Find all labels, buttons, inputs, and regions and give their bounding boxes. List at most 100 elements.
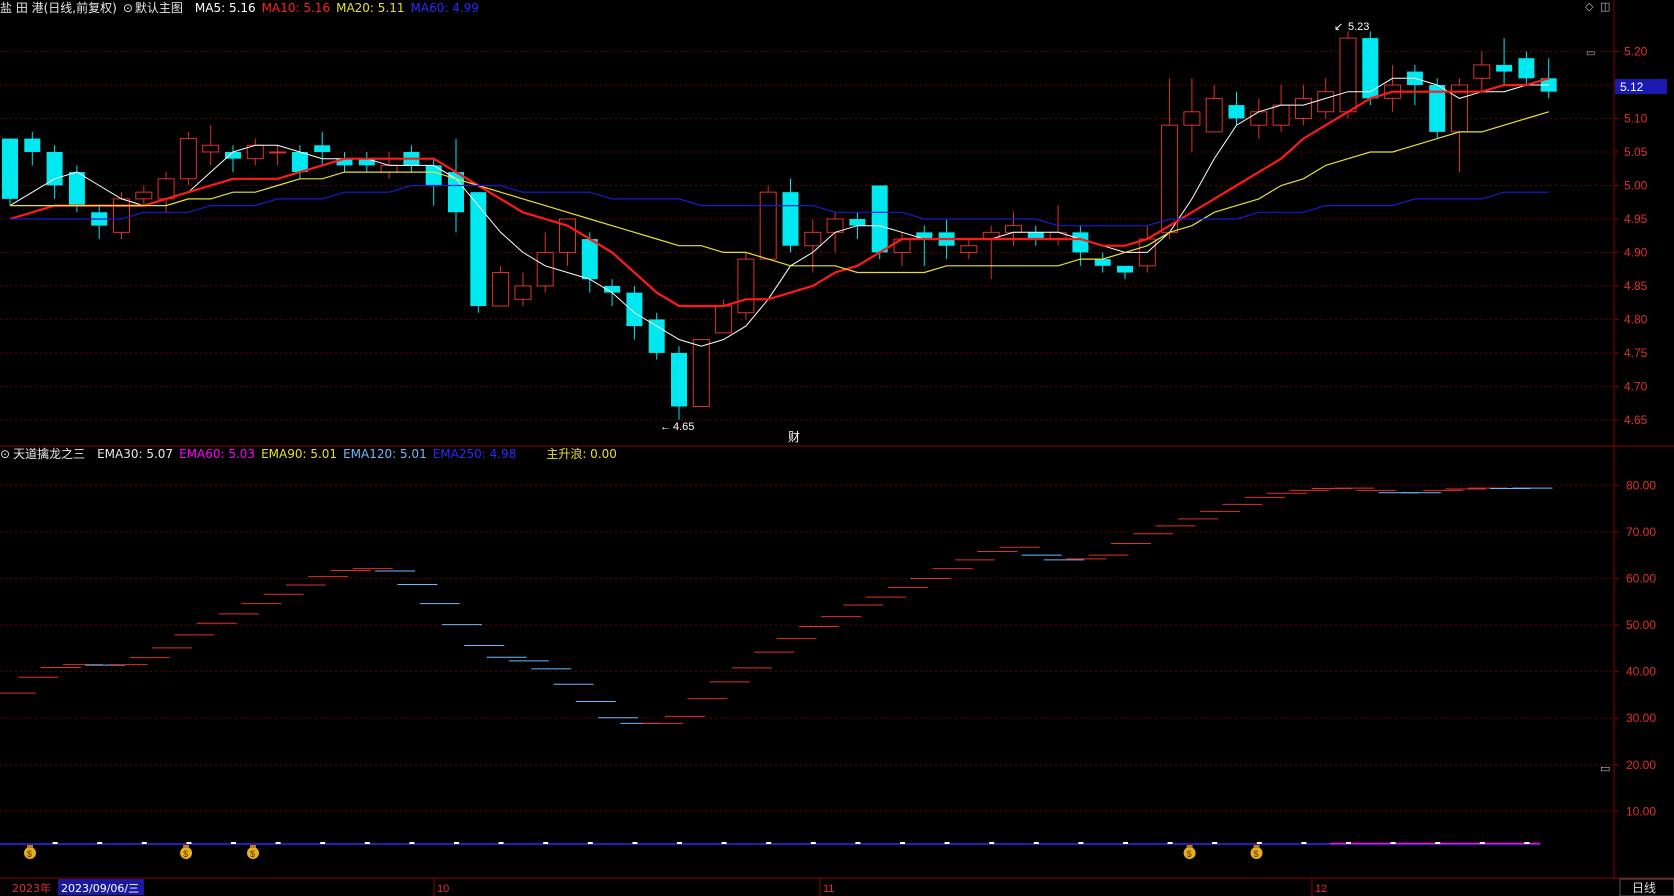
money-bag-icon: $ — [24, 845, 36, 859]
baseline-dot — [1479, 842, 1485, 844]
money-bag-glyph: $ — [183, 849, 188, 859]
main-wave-value: 主升浪: 0.00 — [546, 447, 617, 461]
baseline-dot — [1390, 842, 1396, 844]
candle — [692, 339, 710, 408]
candle-body — [782, 192, 799, 246]
diamond-icon[interactable]: ◇ — [1585, 0, 1593, 13]
candle-body — [1518, 58, 1535, 79]
candle — [1406, 64, 1423, 106]
ema90-value: EMA90: 5.01 — [261, 447, 338, 461]
baseline-dot — [409, 842, 415, 844]
baseline-dot — [231, 842, 236, 844]
candle — [1250, 98, 1268, 139]
candle — [314, 131, 331, 166]
baseline-dot — [1435, 842, 1441, 844]
candle — [46, 145, 63, 199]
baseline-dot — [587, 842, 593, 844]
candle — [225, 145, 241, 173]
candle — [1473, 51, 1491, 92]
chevron-down-icon: ⊙ — [0, 447, 11, 461]
svg-text:5.12: 5.12 — [1620, 80, 1644, 94]
price-tick-label: 4.80 — [1624, 312, 1648, 326]
indicator-tick-label: 70.00 — [1626, 525, 1656, 539]
candle-body — [380, 164, 398, 173]
candlesticks — [2, 31, 1557, 420]
baseline-dot — [989, 842, 995, 844]
candle — [1496, 38, 1513, 85]
candle — [737, 252, 755, 320]
candle — [1540, 58, 1557, 99]
candle-body — [1317, 91, 1335, 113]
baseline-dot — [1346, 842, 1351, 844]
candle — [916, 225, 933, 266]
candle — [759, 185, 777, 260]
candle — [960, 239, 978, 260]
candle — [24, 131, 41, 166]
candle-body — [804, 231, 822, 247]
candle — [1518, 51, 1535, 85]
svg-text:←: ← — [660, 421, 671, 433]
current-price-tag: 5.12 — [1615, 79, 1667, 94]
candle-body — [492, 272, 510, 307]
baseline-dot — [900, 842, 905, 844]
window-icon[interactable]: ◫ — [1600, 0, 1610, 13]
indicator-tick-label: 20.00 — [1626, 758, 1656, 772]
candle — [492, 265, 510, 307]
candle — [1183, 78, 1201, 152]
period-button[interactable]: 日线 — [1619, 878, 1674, 896]
main-chart-dropdown[interactable]: ⊙ 默认主图 — [123, 1, 189, 15]
candle — [804, 218, 822, 273]
high-annotation: ↙ 5.23 — [1334, 21, 1369, 33]
money-bag-neck — [183, 845, 190, 848]
candle — [246, 138, 264, 166]
candle — [1429, 78, 1446, 139]
ma20-value: MA20: 5.11 — [336, 1, 405, 15]
ema30-value: EMA30: 5.07 — [97, 447, 174, 461]
signal-markers: $ $ $ $ $ — [0, 842, 1540, 859]
grid-settings-icon[interactable]: ▭ — [1586, 48, 1595, 59]
baseline-dot — [1256, 842, 1262, 844]
candle-body — [759, 191, 777, 260]
baseline-dot — [320, 842, 326, 844]
candle-body — [871, 185, 888, 253]
ema120-value: EMA120: 5.01 — [343, 447, 427, 461]
candle — [1027, 225, 1044, 246]
financial-report-marker[interactable]: 财 — [788, 430, 800, 444]
candle — [782, 178, 799, 253]
indicator-tick-label: 30.00 — [1626, 711, 1656, 725]
date-cursor-label: 2023/09/06/三 — [58, 879, 144, 895]
candle-body — [291, 151, 308, 173]
baseline-dot — [1167, 842, 1173, 844]
baseline-dot — [810, 842, 816, 844]
scroll-handle-icon[interactable]: ▭ — [1600, 762, 1610, 775]
candle-body — [24, 138, 41, 152]
main-chart-header: 盐 田 港(日线,前复权) ⊙ 默认主图 MA5: 5.16 MA10: 5.16 MA2… — [0, 1, 485, 15]
baseline-dot — [1212, 842, 1218, 844]
price-tick-label: 5.20 — [1624, 44, 1648, 58]
indicator-dropdown[interactable]: ⊙ 天道擒龙之三 — [0, 447, 91, 461]
baseline-dot — [364, 842, 370, 844]
candle-body — [1496, 64, 1513, 72]
candle-body — [113, 198, 130, 233]
candle-body — [1339, 37, 1357, 113]
baseline-dot — [52, 842, 58, 844]
baseline-dot — [855, 842, 861, 844]
price-tick-label: 4.75 — [1624, 346, 1648, 360]
candle-body — [1228, 105, 1245, 119]
candle-body — [157, 178, 175, 200]
candle-body — [1094, 259, 1111, 266]
month-label-11: 11 — [823, 883, 834, 895]
baseline-dot — [498, 842, 504, 844]
candle — [470, 192, 487, 313]
candle — [358, 151, 375, 173]
money-bag-neck — [1253, 845, 1260, 848]
indicator-steps — [0, 487, 1553, 724]
candle — [1072, 225, 1089, 266]
baseline-dot — [1524, 842, 1530, 844]
month-label-10: 10 — [437, 883, 449, 895]
svg-text:2023/09/06/三: 2023/09/06/三 — [61, 882, 139, 895]
candle-body — [715, 305, 733, 334]
baseline-dot — [944, 842, 950, 844]
svg-text:4.65: 4.65 — [673, 421, 694, 433]
candle — [179, 131, 197, 186]
